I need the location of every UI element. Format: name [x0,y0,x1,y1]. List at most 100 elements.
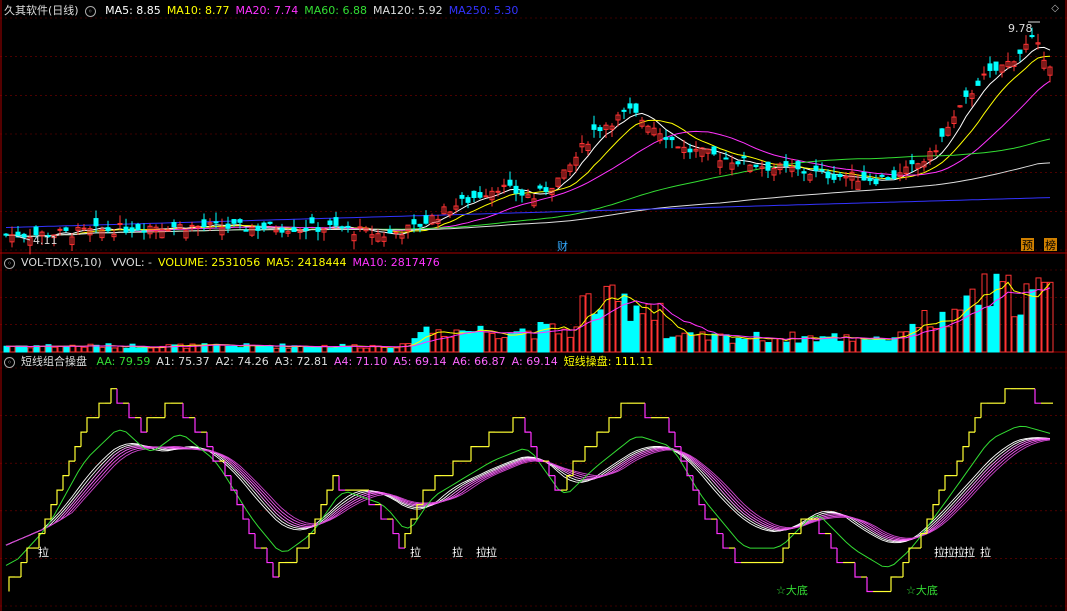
volume-bar [651,319,658,353]
trader-step [80,431,87,447]
trader-step [674,432,681,448]
trader-step [1034,388,1041,404]
trader-step [254,533,261,549]
ma-label-4: MA120: 5.92 [372,4,443,17]
candle-body [279,227,285,233]
volume-bar [99,346,106,353]
candle-body [885,177,891,181]
candle-body [165,229,171,232]
volume-bar [339,343,346,353]
volume-bar [111,347,118,353]
trader-step [110,388,117,404]
volume-bar [717,333,724,353]
volume-bar [525,330,532,353]
candle-body [21,233,27,238]
price-grid [0,0,1067,611]
candle-body [591,124,597,130]
pull-signal: 拉 [964,545,975,559]
candle-body [171,222,177,228]
settings-icon[interactable]: ◦ [84,5,96,17]
trader-step [470,446,477,462]
volume-bar [1029,289,1036,353]
volume-bar [885,340,892,353]
volume-bar [21,345,28,353]
candle-body [519,189,525,196]
volume-bar [723,334,730,353]
volume-bar [15,345,22,353]
candle-body [495,190,501,193]
volume-bar [531,338,538,353]
candle-body [135,223,141,231]
trader-step [668,417,675,433]
volume-bar [507,333,514,353]
trader-step [722,533,729,549]
volume-bar [747,338,754,353]
volume-settings-icon[interactable]: ◦ [4,257,15,269]
trader-step [332,475,339,491]
candle-body [213,221,219,224]
volume-bar [387,347,394,353]
trader-step [962,446,969,462]
volume-bar [939,311,946,353]
candle-body [465,197,471,203]
volume-bar [393,347,400,353]
volume-bar [381,346,388,353]
candle-body [987,63,993,71]
ranking-marker: 榜 [1045,238,1056,252]
candle-body [633,103,639,113]
volume-bar [705,339,712,353]
volume-bar [999,281,1006,353]
volume-bar [9,345,16,353]
volume-bar [969,288,976,353]
panel-expand-icon[interactable]: ◇ [1051,3,1059,14]
trader-step [554,475,561,491]
candle-body [417,223,423,227]
trader-step [308,532,315,549]
trader-step [62,475,69,491]
volume-bar [429,332,436,353]
volume-bar [735,337,742,353]
volume-bar [627,320,634,353]
trader-step [146,417,153,433]
trader-step [266,548,273,564]
candle-body [663,137,669,140]
volume-bar [3,345,10,353]
ind-label-3: A3: 72.81 [274,355,329,368]
volume-bar [729,342,736,353]
volume-bar [315,346,322,353]
volume-bar [1047,281,1054,353]
trader-step [734,548,741,564]
volume-bar [753,331,760,353]
volume-bar [141,347,148,353]
chart-canvas: 9.784.11 财预榜 拉拉拉拉拉拉拉拉拉拉☆大底 ☆大底 [0,0,1067,611]
trader-step [938,489,945,505]
volume-bar [483,331,490,353]
volume-bar [345,346,352,353]
volume-bar [357,347,364,353]
candle-body [411,219,417,225]
high-price-label: 9.78 [1008,22,1033,35]
candle-body [597,127,603,132]
trader-step [944,475,951,491]
volume-bar [567,336,574,353]
candle-body [741,156,747,159]
indicator-settings-icon[interactable]: ◦ [4,356,15,368]
volume-bar [183,347,190,353]
ma-label-5: MA250: 5.30 [448,4,519,17]
fan-line-5 [5,439,1051,546]
candle-body [1017,49,1023,54]
candle-body [105,227,111,232]
volume-bar [105,343,112,353]
volume-bar [783,341,790,353]
volume-bar [663,338,670,353]
volume-title: VOL-TDX(5,10) [21,256,102,269]
volume-bar [327,347,334,353]
volume-bar [333,346,340,353]
ind-label-8: 短线操盘: 111.11 [563,355,654,368]
ma5-line [5,46,1051,237]
volume-bar [573,326,580,353]
candle-body [327,220,333,226]
candle-body [909,160,915,165]
indicator-legend: AA: 79.59 A1: 75.37 A2: 74.26 A3: 72.81 A4: … [97,355,660,368]
volume-bar [789,331,796,353]
